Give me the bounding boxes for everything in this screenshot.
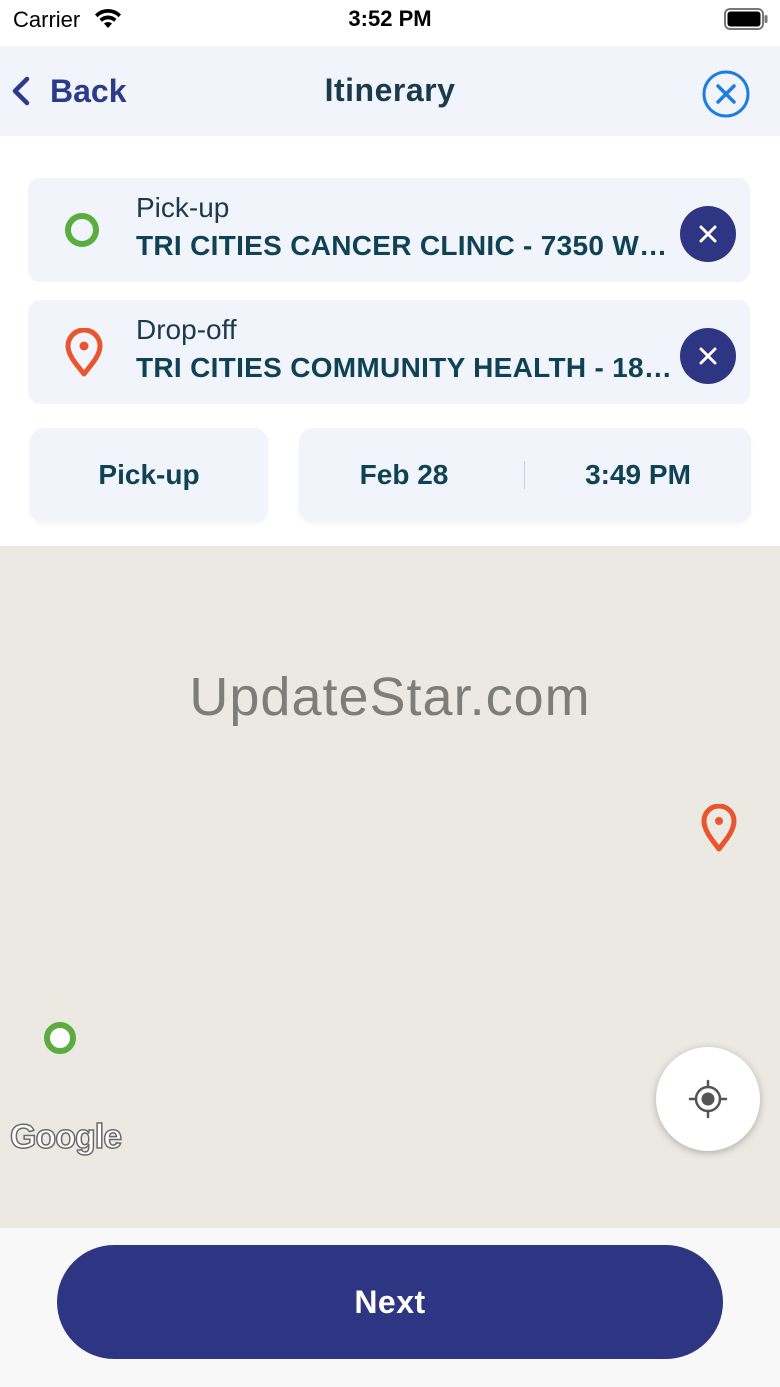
- google-logo: Google: [9, 1117, 123, 1157]
- clear-dropoff-button[interactable]: [680, 328, 736, 384]
- datetime-selector: Feb 28 3:49 PM: [299, 428, 751, 522]
- close-circle-icon[interactable]: [701, 69, 751, 119]
- date-button[interactable]: Feb 28: [299, 428, 509, 522]
- dropoff-pin-icon: [65, 328, 103, 377]
- watermark: UpdateStar.com: [189, 667, 591, 727]
- close-icon: [699, 347, 717, 365]
- pickup-address: TRI CITIES CANCER CLINIC - 7350 W DE...: [136, 230, 674, 261]
- dropoff-address: TRI CITIES COMMUNITY HEALTH - 180...: [136, 352, 674, 383]
- nav-bar: Back Itinerary: [0, 46, 780, 136]
- dropoff-location-card[interactable]: Drop-off TRI CITIES COMMUNITY HEALTH - 1…: [28, 300, 750, 404]
- map-view[interactable]: UpdateStar.com Google: [0, 546, 780, 1228]
- dropoff-map-marker[interactable]: [700, 804, 738, 852]
- trip-mode-button[interactable]: Pick-up: [30, 428, 268, 522]
- time-button[interactable]: 3:49 PM: [525, 428, 751, 522]
- next-button[interactable]: Next: [57, 1245, 723, 1359]
- clear-pickup-button[interactable]: [680, 206, 736, 262]
- footer: Next: [0, 1228, 780, 1387]
- dropoff-title: Drop-off: [136, 314, 237, 345]
- pickup-location-card[interactable]: Pick-up TRI CITIES CANCER CLINIC - 7350 …: [28, 178, 750, 282]
- battery-icon: [724, 8, 768, 30]
- locate-me-icon: [688, 1079, 728, 1119]
- close-icon: [699, 225, 717, 243]
- pickup-title: Pick-up: [136, 192, 230, 223]
- status-time: 3:52 PM: [348, 6, 432, 31]
- pickup-map-marker[interactable]: [42, 1020, 78, 1056]
- status-bar: Carrier 3:52 PM: [0, 0, 780, 46]
- pickup-ring-icon: [65, 213, 99, 247]
- locate-me-button[interactable]: [656, 1047, 760, 1151]
- page-title: Itinerary: [324, 72, 456, 108]
